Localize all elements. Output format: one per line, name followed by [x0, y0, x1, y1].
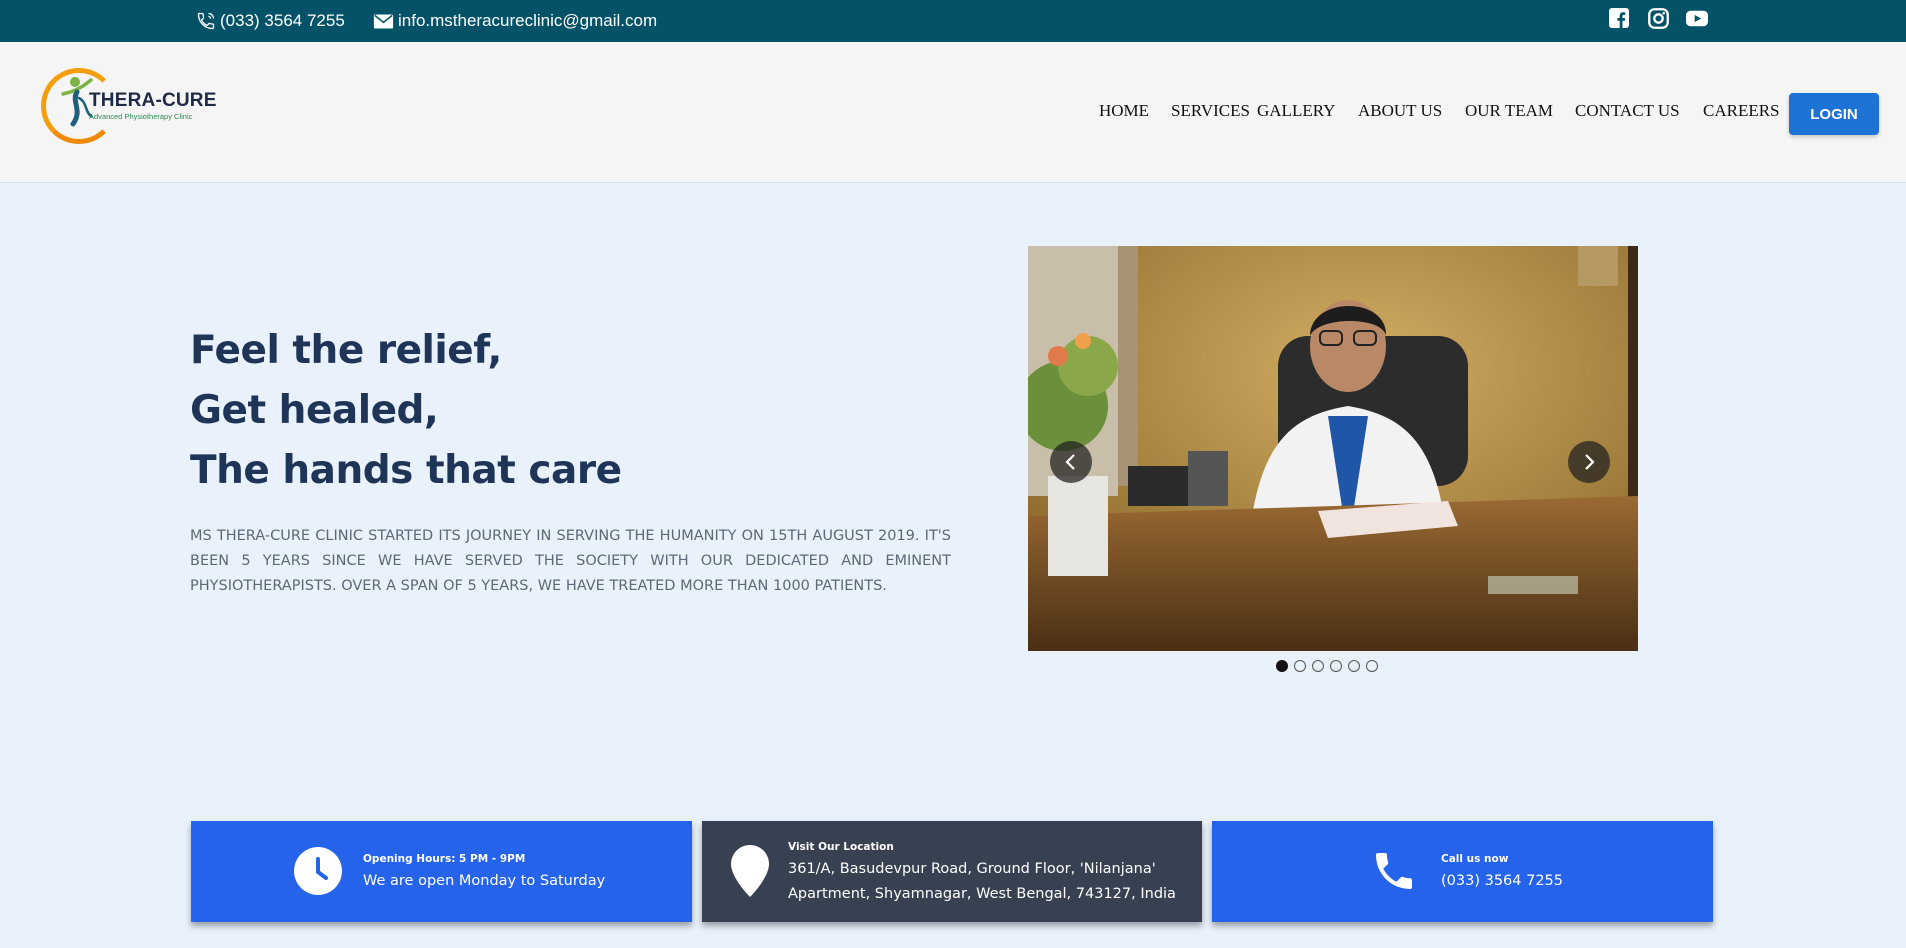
clock-icon: [294, 847, 342, 895]
hero-image-slider[interactable]: [1028, 246, 1638, 651]
nav-our-team[interactable]: OUR TEAM: [1465, 99, 1553, 123]
slider-dot[interactable]: [1330, 660, 1342, 672]
slider-next-button[interactable]: [1568, 441, 1610, 483]
topbar-email-text: info.mstheracureclinic@gmail.com: [398, 11, 658, 30]
top-contact-bar: (033) 3564 7255 info.mstheracureclinic@g…: [0, 0, 1906, 42]
location-title: Visit Our Location: [788, 841, 894, 853]
info-card-opening-hours: Opening Hours: 5 PM - 9PM We are open Mo…: [191, 821, 692, 922]
chevron-left-icon: [1065, 454, 1075, 470]
hero-headline-line-3: The hands that care: [190, 448, 622, 493]
nav-gallery[interactable]: GALLERY: [1257, 99, 1335, 123]
hero-headline-line-2: Get healed,: [190, 388, 439, 433]
slider-prev-button[interactable]: [1050, 441, 1092, 483]
hero-headline-line-1: Feel the relief,: [190, 328, 502, 373]
topbar-phone-text: (033) 3564 7255: [220, 11, 345, 30]
slider-dot[interactable]: [1366, 660, 1378, 672]
nav-home[interactable]: HOME: [1099, 99, 1149, 123]
location-address-line-2: Apartment, Shyamnagar, West Bengal, 7431…: [788, 886, 1176, 902]
call-phone-number: (033) 3564 7255: [1441, 873, 1564, 889]
instagram-icon[interactable]: [1647, 7, 1669, 29]
nav-careers[interactable]: CAREERS: [1703, 99, 1780, 123]
opening-hours-title: Opening Hours: 5 PM - 9PM: [363, 853, 526, 865]
logo-tagline: Advanced Physiotherapy Clinic: [89, 112, 193, 121]
slider-dot[interactable]: [1276, 660, 1288, 672]
nav-contact-us[interactable]: CONTACT US: [1575, 99, 1680, 123]
slider-pagination: [1276, 660, 1378, 672]
slider-dot[interactable]: [1312, 660, 1324, 672]
slider-dot[interactable]: [1294, 660, 1306, 672]
phone-icon: [1376, 853, 1412, 889]
chevron-right-icon: [1585, 454, 1595, 470]
location-pin-icon: [731, 845, 769, 897]
info-card-call[interactable]: Call us now (033) 3564 7255: [1212, 821, 1713, 922]
location-address-line-1: 361/A, Basudevpur Road, Ground Floor, 'N…: [788, 861, 1156, 877]
login-button[interactable]: LOGIN: [1789, 93, 1879, 135]
slider-dot[interactable]: [1348, 660, 1360, 672]
slide-image-doctor-at-desk: [1028, 246, 1638, 651]
opening-hours-text: We are open Monday to Saturday: [363, 873, 606, 889]
topbar-phone[interactable]: (033) 3564 7255: [196, 0, 345, 42]
phone-ring-icon: [197, 12, 215, 30]
mail-icon: [373, 14, 394, 28]
call-title: Call us now: [1441, 853, 1509, 865]
site-header: THERA-CURE Advanced Physiotherapy Clinic…: [0, 42, 1906, 183]
logo-name: THERA-CURE: [89, 90, 217, 111]
hero-intro-text: MS THERA-CURE CLINIC STARTED ITS JOURNEY…: [190, 528, 951, 594]
youtube-icon[interactable]: [1686, 7, 1708, 29]
clinic-logo[interactable]: THERA-CURE Advanced Physiotherapy Clinic: [41, 68, 221, 146]
facebook-icon[interactable]: [1608, 7, 1630, 29]
topbar-email[interactable]: info.mstheracureclinic@gmail.com: [373, 0, 657, 42]
info-card-location: Visit Our Location 361/A, Basudevpur Roa…: [702, 821, 1202, 922]
nav-services[interactable]: SERVICES: [1171, 99, 1250, 123]
nav-about-us[interactable]: ABOUT US: [1358, 99, 1442, 123]
